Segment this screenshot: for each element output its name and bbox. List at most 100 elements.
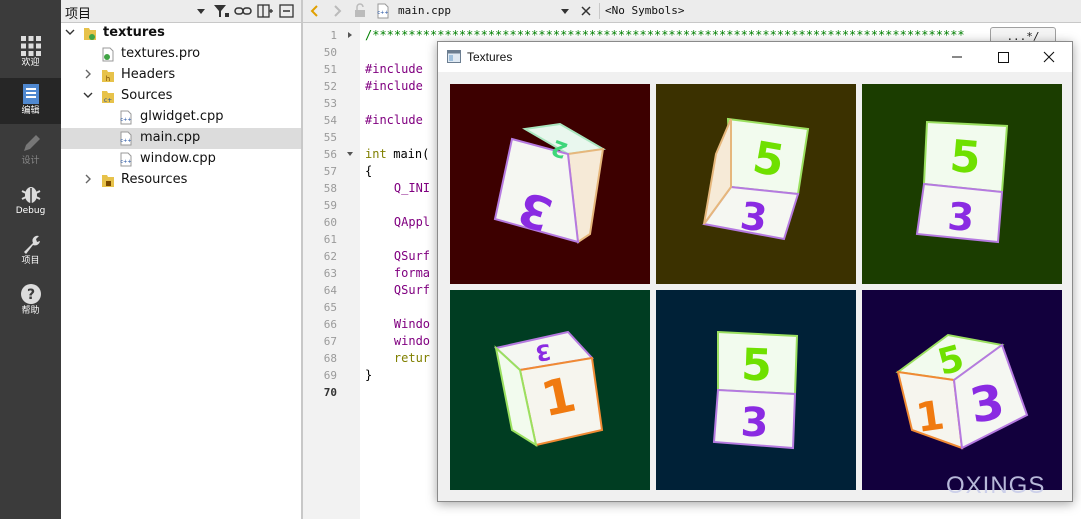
chevron-down-icon[interactable]: [191, 2, 211, 20]
mode-edit[interactable]: 编辑: [0, 78, 61, 124]
tree-item-label: textures: [103, 25, 165, 40]
fold-collapsed-icon[interactable]: [346, 31, 354, 39]
tree-item-glwidget[interactable]: c++ glwidget.cpp: [61, 107, 301, 128]
watermark: OXINGS: [946, 472, 1046, 499]
svg-text:c++: c++: [120, 117, 131, 123]
line-number: 53: [323, 97, 337, 110]
close-icon[interactable]: [579, 4, 593, 18]
chevron-down-icon[interactable]: [559, 5, 571, 17]
bug-icon: [21, 187, 40, 203]
tree-item-label: Sources: [121, 88, 173, 103]
line-number-current: 70: [323, 386, 337, 399]
tree-item-textures-pro[interactable]: textures.pro: [61, 44, 301, 65]
filter-icon[interactable]: [211, 2, 231, 20]
forward-arrow-icon[interactable]: [329, 3, 345, 19]
line-number-gutter: 1 50 51 52 53 54 55 56 57 58 59 60 61 62…: [303, 23, 360, 519]
pencil-icon: [23, 135, 40, 151]
split-icon[interactable]: [255, 2, 275, 20]
cube-face-front: 3: [946, 194, 975, 240]
code-line: QSurf: [365, 249, 431, 263]
texture-view-4[interactable]: 1 3: [450, 290, 650, 490]
sources-folder-icon: c+: [102, 91, 114, 104]
cube-face-front: 3: [740, 400, 769, 447]
line-number: 56: [323, 148, 337, 161]
code-line: #include: [365, 79, 423, 93]
resources-folder-icon: [102, 175, 114, 187]
wrench-icon: [23, 235, 40, 254]
line-number: 57: [323, 165, 337, 178]
tree-item-sources[interactable]: c+ Sources: [61, 86, 301, 107]
maximize-icon[interactable]: [980, 42, 1026, 72]
code-line: }: [365, 368, 373, 382]
texture-view-3[interactable]: 5 3: [862, 84, 1062, 284]
cpp-file-icon: c++: [120, 110, 132, 125]
back-arrow-icon[interactable]: [307, 3, 323, 19]
code-line: main(: [386, 147, 430, 161]
headers-folder-icon: h: [102, 70, 114, 83]
code-line: /***************************************…: [365, 28, 965, 42]
code-line: Q_INI: [365, 181, 431, 195]
tree-item-label: textures.pro: [121, 46, 201, 61]
close-panel-icon[interactable]: [277, 2, 297, 20]
link-icon[interactable]: [233, 2, 253, 20]
tree-item-main-cpp[interactable]: c++ main.cpp: [61, 128, 301, 149]
fold-expanded-icon[interactable]: [346, 150, 354, 158]
line-number: 61: [323, 233, 337, 246]
texture-view-2[interactable]: 5 3: [656, 84, 856, 284]
mode-label: 项目: [21, 256, 40, 266]
code-line: windo: [365, 334, 431, 348]
cpp-file-icon: c++: [377, 3, 389, 19]
chevron-down-icon[interactable]: [83, 90, 93, 100]
svg-text:?: ?: [26, 287, 34, 303]
editor-file-selector[interactable]: main.cpp: [398, 4, 451, 17]
editor-toolbar: c++ main.cpp <No Symbols>: [303, 0, 1081, 23]
chevron-right-icon[interactable]: [83, 69, 93, 79]
svg-text:c++: c++: [120, 138, 131, 144]
project-panel-header: 项目: [61, 0, 301, 23]
code-line: #include: [365, 113, 423, 127]
mode-label: 欢迎: [21, 58, 40, 68]
cube-render: 5 1 3: [862, 290, 1062, 490]
close-icon[interactable]: [1026, 42, 1072, 72]
texture-view-6[interactable]: 5 1 3: [862, 290, 1062, 490]
divider: [599, 3, 600, 19]
document-icon: [22, 84, 39, 104]
project-tree: textures textures.pro h Headers c+ Sourc…: [61, 23, 301, 519]
chevron-right-icon[interactable]: [83, 174, 93, 184]
tree-item-headers[interactable]: h Headers: [61, 65, 301, 86]
minimize-icon[interactable]: [934, 42, 980, 72]
mode-debug[interactable]: Debug: [0, 178, 61, 224]
help-icon: ?: [20, 284, 41, 304]
line-number: 68: [323, 352, 337, 365]
cube-render: 5 3: [656, 84, 856, 284]
line-number: 58: [323, 182, 337, 195]
line-number: 64: [323, 284, 337, 297]
cpp-file-icon: c++: [120, 131, 132, 146]
chevron-down-icon[interactable]: [65, 27, 75, 37]
tree-item-resources[interactable]: Resources: [61, 170, 301, 191]
tree-item-textures[interactable]: textures: [61, 23, 301, 44]
mode-welcome[interactable]: 欢迎: [0, 30, 61, 76]
line-number: 65: [323, 301, 337, 314]
mode-design[interactable]: 设计: [0, 128, 61, 174]
tree-item-label: Resources: [121, 172, 188, 187]
code-line: Windo: [365, 317, 431, 331]
line-number: 67: [323, 335, 337, 348]
line-number: 54: [323, 114, 337, 127]
project-panel-title[interactable]: 项目: [65, 3, 91, 22]
mode-help[interactable]: ? 帮助: [0, 278, 61, 324]
mode-projects[interactable]: 项目: [0, 228, 61, 274]
tree-item-window-cpp[interactable]: c++ window.cpp: [61, 149, 301, 170]
mode-label: 帮助: [21, 306, 40, 316]
line-number: 1: [330, 29, 337, 42]
code-line: QAppl: [365, 215, 431, 229]
cube-render: 1 3: [450, 290, 650, 490]
tree-item-label: glwidget.cpp: [140, 109, 224, 124]
window-titlebar[interactable]: Textures: [438, 42, 1072, 72]
code-keyword: int: [365, 147, 387, 161]
texture-view-5[interactable]: 5 3: [656, 290, 856, 490]
texture-view-1[interactable]: 3 2: [450, 84, 650, 284]
cube-face-top: 5: [740, 339, 772, 391]
pro-file-icon: [102, 47, 114, 62]
symbols-selector[interactable]: <No Symbols>: [605, 4, 684, 17]
